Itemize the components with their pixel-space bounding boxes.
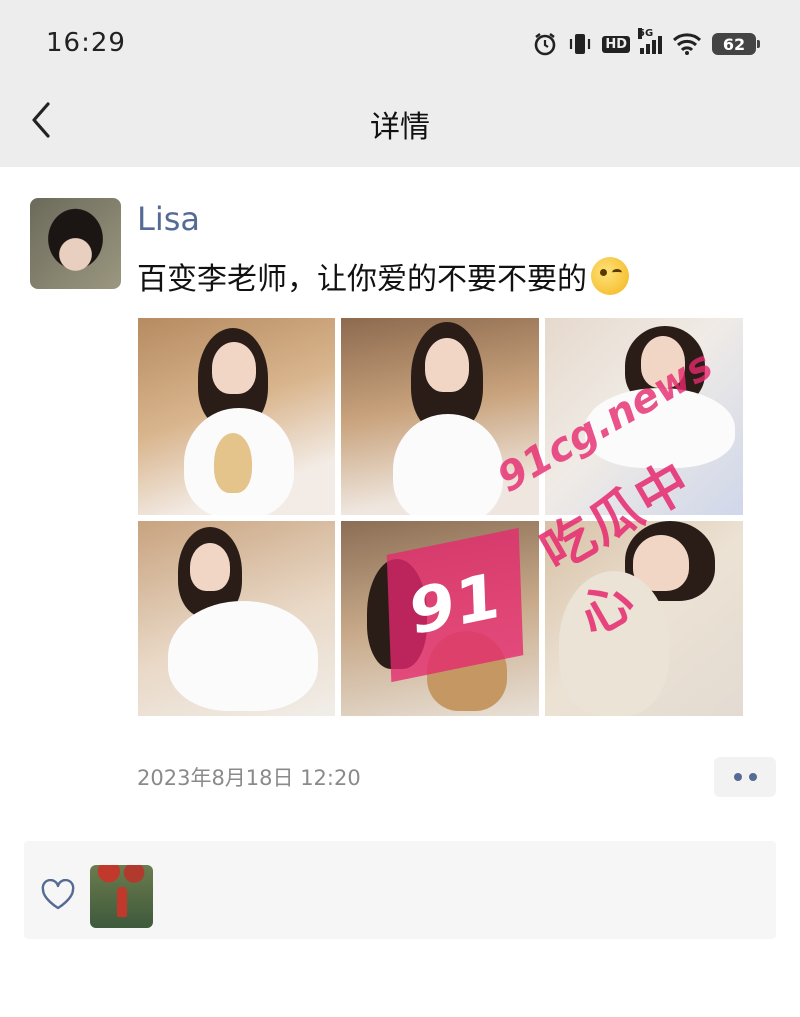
header: 16:29 HD 5G 62 详情 (0, 0, 800, 167)
hd-icon: HD (602, 35, 630, 53)
post-text-content: 百变李老师，让你爱的不要不要的 (137, 262, 587, 297)
status-icons: HD 5G 62 (532, 28, 760, 58)
heart-icon (41, 879, 75, 910)
photo-5[interactable] (341, 521, 539, 716)
nav-bar: 详情 (0, 88, 800, 167)
photo-3[interactable] (545, 318, 743, 515)
status-bar: 16:29 HD 5G 62 (0, 0, 800, 88)
winking-face-icon (591, 257, 629, 295)
dot-icon (748, 773, 757, 781)
likes-section (24, 841, 776, 939)
page-title: 详情 (370, 110, 430, 145)
avatar[interactable] (30, 198, 121, 289)
post-text: 百变李老师，让你爱的不要不要的 (137, 254, 629, 298)
photo-1[interactable] (138, 318, 335, 515)
photo-4[interactable] (138, 521, 335, 716)
photo-6[interactable] (545, 521, 743, 716)
username[interactable]: Lisa (137, 200, 200, 238)
more-options-button[interactable] (714, 757, 776, 797)
dot-icon (733, 773, 742, 781)
post-timestamp: 2023年8月18日 12:20 (137, 766, 361, 790)
status-time: 16:29 (46, 28, 126, 58)
liker-avatar[interactable] (90, 865, 153, 928)
photo-grid (138, 318, 744, 716)
wifi-icon (672, 32, 702, 56)
vibrate-icon (568, 31, 592, 57)
battery-icon: 62 (712, 33, 760, 55)
network-label: 5G (638, 28, 654, 39)
photo-2[interactable] (341, 318, 539, 515)
alarm-icon (532, 31, 558, 57)
signal-5g-icon: 5G (638, 28, 662, 54)
